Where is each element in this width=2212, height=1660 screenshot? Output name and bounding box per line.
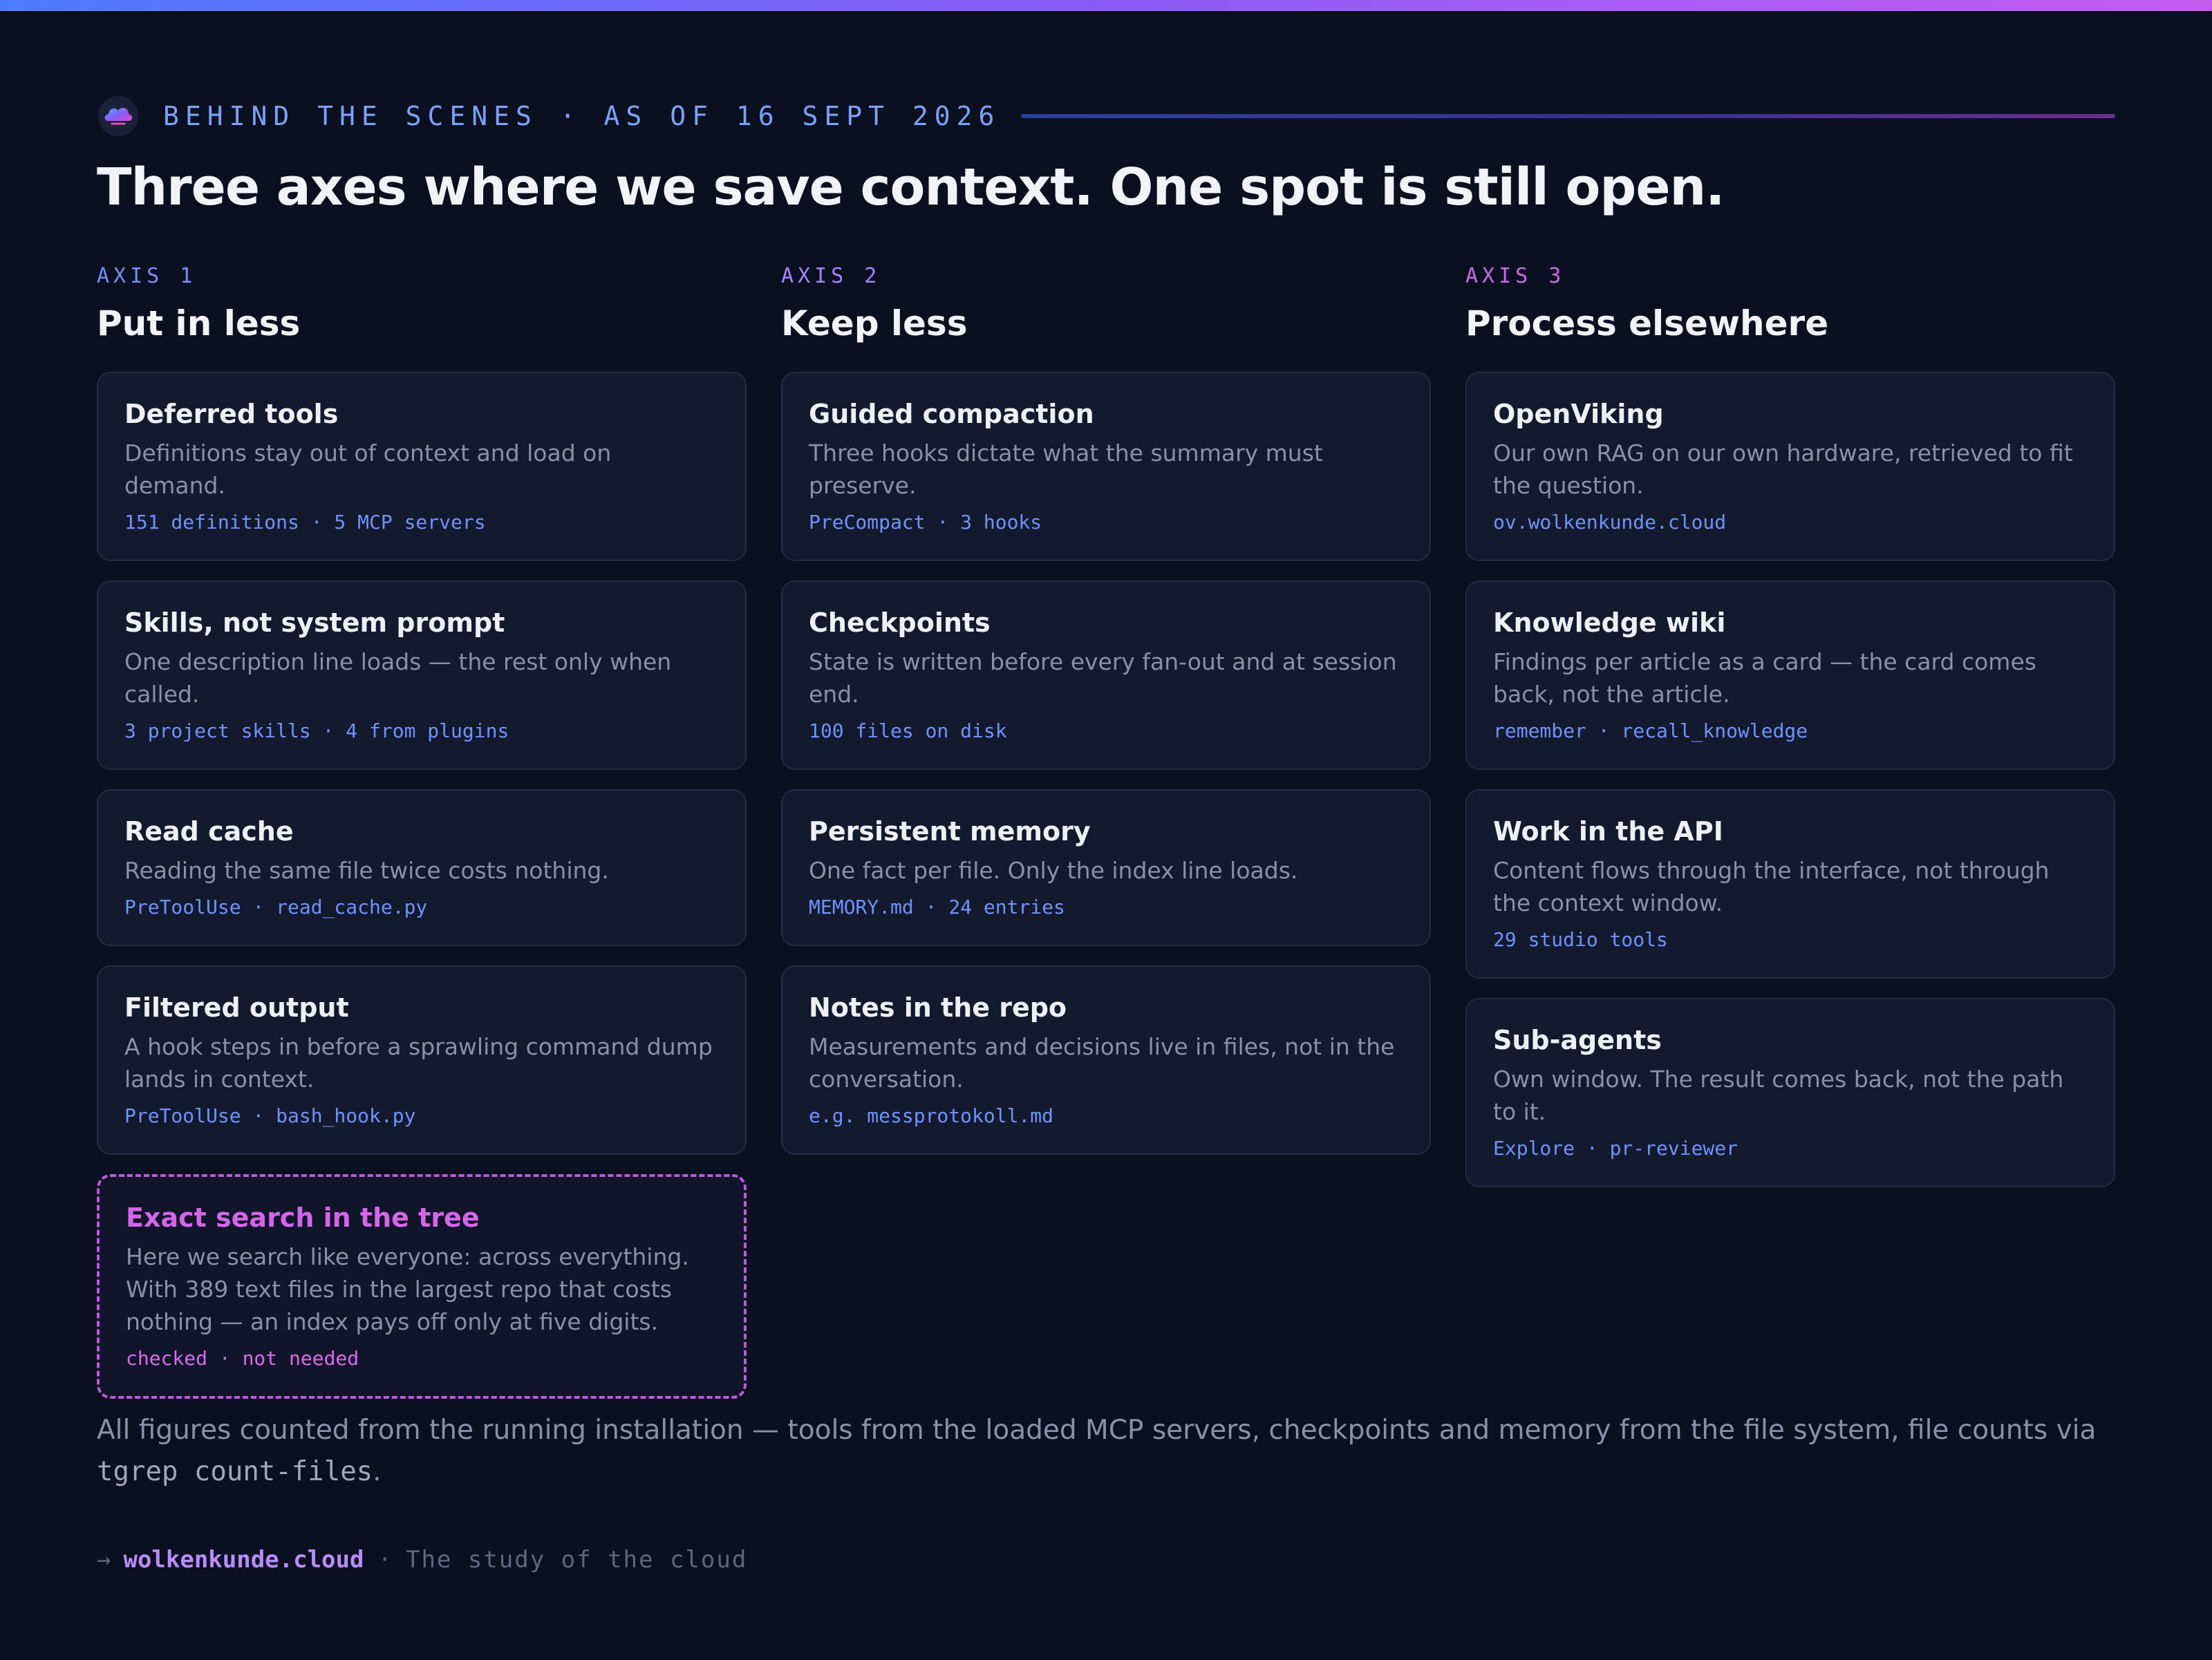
card-description: One description line loads — the rest on… <box>124 648 672 708</box>
axis-column-2: AXIS 2 Keep less Guided compaction Three… <box>781 263 1431 1174</box>
card-description: Content flows through the interface, not… <box>1493 857 2050 916</box>
card-description: Reading the same file twice costs nothin… <box>124 857 609 884</box>
axis-title: Keep less <box>781 303 968 343</box>
card-meta: PreToolUse · bash_hook.py <box>124 1104 416 1127</box>
card-meta: ov.wolkenkunde.cloud <box>1493 511 1727 534</box>
card-title: Sub-agents <box>1493 1025 1662 1055</box>
card-persistent-memory: Persistent memory One fact per file. Onl… <box>781 789 1431 946</box>
card-description: Own window. The result comes back, not t… <box>1493 1066 2064 1125</box>
card-meta: 29 studio tools <box>1493 928 1668 951</box>
footer-separator: · <box>377 1546 392 1574</box>
card-meta: e.g. messprotokoll.md <box>809 1104 1054 1127</box>
card-filtered-output: Filtered output A hook steps in before a… <box>97 965 747 1155</box>
axis-title: Process elsewhere <box>1465 303 1829 343</box>
card-description: Three hooks dictate what the summary mus… <box>809 440 1323 499</box>
card-title: Notes in the repo <box>809 992 1067 1023</box>
axis-label: AXIS 2 <box>781 264 881 288</box>
card-meta: 151 definitions · 5 MCP servers <box>124 511 486 534</box>
footer: → wolkenkunde.cloud · The study of the c… <box>97 1543 2115 1577</box>
card-meta: PreToolUse · read_cache.py <box>124 896 428 918</box>
card-title: Read cache <box>124 816 294 847</box>
card-checkpoints: Checkpoints State is written before ever… <box>781 581 1431 770</box>
card-description: Findings per article as a card — the car… <box>1493 648 2036 708</box>
card-meta: PreCompact · 3 hooks <box>809 511 1042 534</box>
card-description: Definitions stay out of context and load… <box>124 440 612 499</box>
axis-column-1: AXIS 1 Put in less Deferred tools Defini… <box>97 263 747 1418</box>
card-read-cache: Read cache Reading the same file twice c… <box>97 789 747 946</box>
card-deferred-tools: Deferred tools Definitions stay out of c… <box>97 372 747 561</box>
card-description: Measurements and decisions live in files… <box>809 1033 1395 1093</box>
card-meta: checked · not needed <box>126 1347 359 1370</box>
card-title: Work in the API <box>1493 816 1723 847</box>
card-description: One fact per file. Only the index line l… <box>809 857 1298 884</box>
footer-domain-link[interactable]: wolkenkunde.cloud <box>123 1546 364 1574</box>
card-meta: 3 project skills · 4 from plugins <box>124 719 509 742</box>
cloud-logo-icon <box>97 95 140 138</box>
card-title: Persistent memory <box>809 816 1091 847</box>
card-sub-agents: Sub-agents Own window. The result comes … <box>1465 998 2115 1187</box>
axis-label: AXIS 1 <box>97 264 197 288</box>
kicker-divider <box>1021 114 2115 118</box>
card-description: State is written before every fan-out an… <box>809 648 1397 708</box>
card-work-in-api: Work in the API Content flows through th… <box>1465 789 2115 979</box>
axis-title: Put in less <box>97 303 301 343</box>
card-guided-compaction: Guided compaction Three hooks dictate wh… <box>781 372 1431 561</box>
card-meta: 100 files on disk <box>809 719 1007 742</box>
card-exact-search-open: Exact search in the tree Here we search … <box>97 1174 747 1399</box>
page: BEHIND THE SCENES · AS OF 16 SEPT 2026 T… <box>97 0 2115 1660</box>
card-meta: MEMORY.md · 24 entries <box>809 896 1065 918</box>
card-title: Knowledge wiki <box>1493 607 1726 638</box>
card-title: Guided compaction <box>809 399 1094 429</box>
axis-column-3: AXIS 3 Process elsewhere OpenViking Our … <box>1465 263 2115 1207</box>
kicker-text: BEHIND THE SCENES · AS OF 16 SEPT 2026 <box>163 101 1001 131</box>
footnote-text: All figures counted from the running ins… <box>97 1415 2097 1446</box>
card-title: Skills, not system prompt <box>124 607 505 638</box>
card-openviking: OpenViking Our own RAG on our own hardwa… <box>1465 372 2115 561</box>
page-title: Three axes where we save context. One sp… <box>97 158 1725 217</box>
card-title: Exact search in the tree <box>126 1202 480 1233</box>
card-meta: Explore · pr-reviewer <box>1493 1137 1738 1160</box>
arrow-right-icon: → <box>97 1546 111 1574</box>
card-notes-in-repo: Notes in the repo Measurements and decis… <box>781 965 1431 1155</box>
card-description: Our own RAG on our own hardware, retriev… <box>1493 440 2073 499</box>
kicker-row: BEHIND THE SCENES · AS OF 16 SEPT 2026 <box>97 95 2115 137</box>
axis-label: AXIS 3 <box>1465 264 1566 288</box>
footnote-command: tgrep count-files <box>97 1456 373 1487</box>
card-description: Here we search like everyone: across eve… <box>126 1243 689 1335</box>
card-skills: Skills, not system prompt One descriptio… <box>97 581 747 770</box>
card-title: Deferred tools <box>124 399 339 429</box>
card-meta: remember · recall_knowledge <box>1493 719 1808 742</box>
footer-tagline: The study of the cloud <box>405 1546 748 1574</box>
footnote-end: . <box>373 1456 382 1487</box>
card-description: A hook steps in before a sprawling comma… <box>124 1033 713 1093</box>
footnote: All figures counted from the running ins… <box>97 1410 2115 1493</box>
card-knowledge-wiki: Knowledge wiki Findings per article as a… <box>1465 581 2115 770</box>
card-title: Checkpoints <box>809 607 991 638</box>
card-title: Filtered output <box>124 992 349 1023</box>
card-title: OpenViking <box>1493 399 1664 429</box>
